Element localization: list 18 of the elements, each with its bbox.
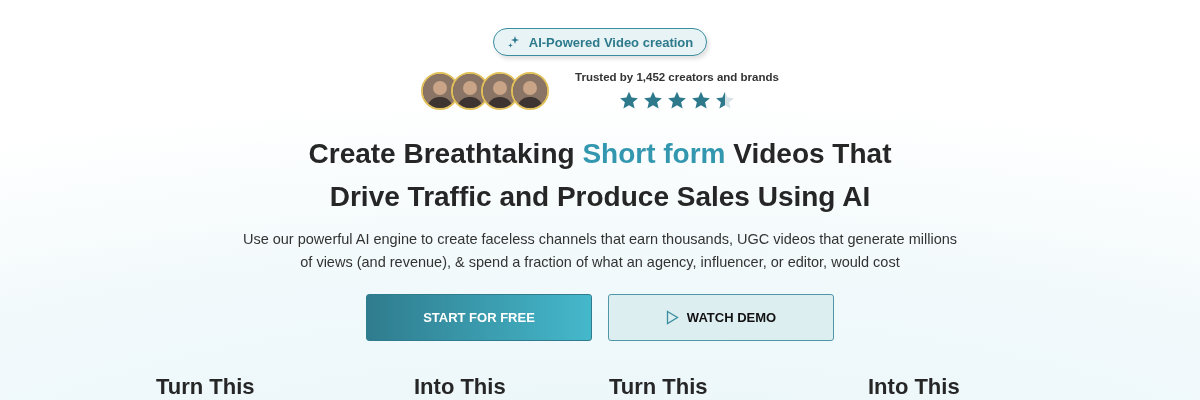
headline: Drive Traffic and Produce Sales Using AI (328, 180, 872, 214)
star-icon (715, 91, 735, 110)
column-heading: Turn This (609, 374, 708, 399)
sparkle-icon (506, 35, 521, 49)
star-icon (619, 91, 639, 110)
headline: Create Breathtaking Short form Videos That (308, 137, 892, 171)
star-icon (667, 91, 687, 110)
trust-text: Trusted by 1,452 creators and brands (575, 71, 779, 83)
demo-button[interactable]: WATCH DEMO (608, 294, 834, 341)
avatar-icon (511, 71, 550, 110)
subtitle: Use our powerful AI engine to create faceless channels that earn thousands, UGC videos that generate millions of views (and revenue), & spend a fraction of what an agency, influencer, or editor, would cost (241, 230, 959, 272)
column-heading: Into This (414, 374, 506, 399)
star-icon (643, 91, 663, 110)
column-heading: Turn This (156, 374, 255, 399)
star-icon (691, 91, 711, 110)
feature-badge: AI-Powered Video creation (492, 28, 708, 56)
play-icon (665, 310, 679, 325)
column-heading: Into This (868, 374, 960, 399)
